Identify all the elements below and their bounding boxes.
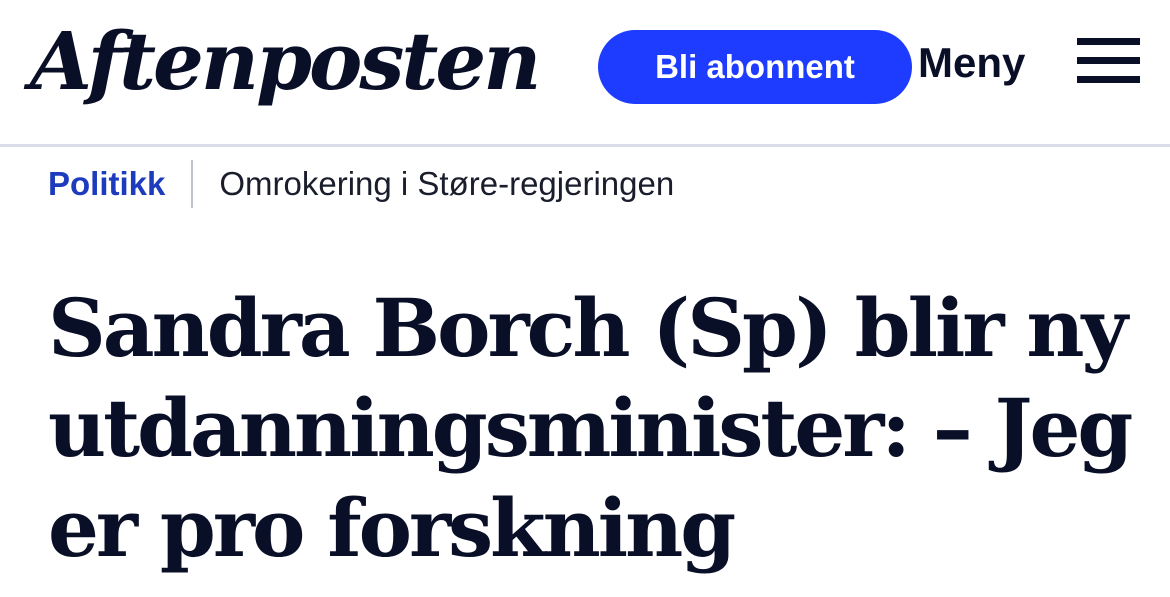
breadcrumb-topic-link[interactable]: Omrokering i Støre-regjeringen bbox=[219, 165, 674, 203]
menu-label: Meny bbox=[918, 39, 1026, 86]
aftenposten-logo[interactable]: Aftenposten bbox=[30, 6, 541, 116]
breadcrumb-separator bbox=[191, 160, 194, 208]
header-divider bbox=[0, 144, 1170, 147]
article-headline: Sandra Borch (Sp) blir ny utdanningsmini… bbox=[48, 281, 1133, 575]
breadcrumb-section-link[interactable]: Politikk bbox=[48, 165, 165, 203]
breadcrumb: Politikk Omrokering i Støre-regjeringen bbox=[48, 158, 674, 210]
hamburger-icon bbox=[1077, 38, 1140, 84]
site-header: Aftenposten Bli abonnent Meny bbox=[0, 0, 1170, 144]
subscribe-button[interactable]: Bli abonnent bbox=[598, 30, 912, 104]
menu-button[interactable]: Meny bbox=[918, 28, 1150, 98]
